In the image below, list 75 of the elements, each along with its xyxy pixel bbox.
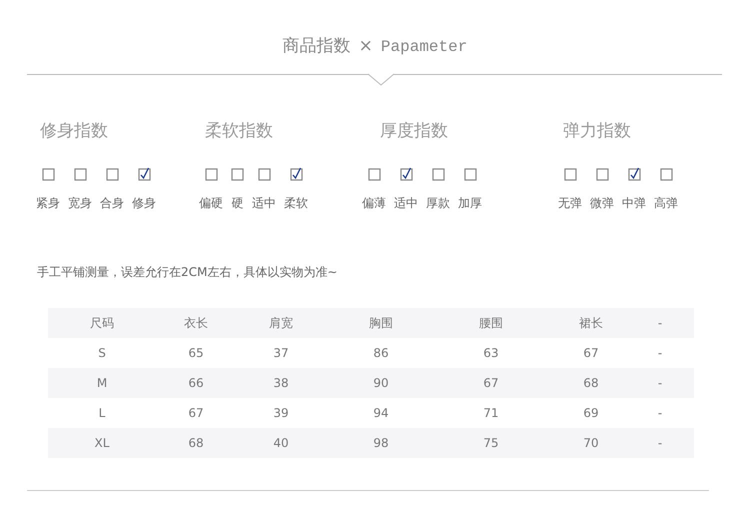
- table-cell-text: 37: [272, 345, 290, 362]
- option-label: 合身: [100, 194, 124, 212]
- table-cell-text: 69: [582, 405, 600, 422]
- option-label: 硬: [232, 194, 244, 212]
- table-cell-text: 94: [372, 405, 390, 422]
- index-title: 弹力指数: [563, 120, 632, 143]
- table-cell-text: S: [97, 345, 107, 362]
- index-title: 柔软指数: [205, 120, 274, 143]
- table-cell-text: 68: [187, 435, 205, 452]
- table-cell-text: 67: [187, 405, 205, 422]
- column-header: 肩宽: [268, 315, 294, 332]
- option-label: 偏薄: [362, 194, 386, 212]
- checkbox[interactable]: [564, 166, 576, 180]
- option-label: 偏硬: [199, 194, 223, 212]
- table-cell-text: 40: [272, 435, 290, 452]
- table-cell-text: 90: [372, 375, 390, 392]
- table-cell-text: 38: [272, 375, 290, 392]
- checkbox[interactable]: [42, 166, 54, 180]
- option-label: 微弹: [590, 194, 614, 212]
- table-cell-text: 63: [482, 345, 500, 362]
- checkbox[interactable]: [258, 166, 270, 180]
- checkbox[interactable]: [596, 166, 608, 180]
- checkbox[interactable]: [464, 166, 476, 180]
- column-header: -: [656, 315, 664, 332]
- checkbox[interactable]: [628, 166, 640, 180]
- checkbox[interactable]: [290, 166, 302, 180]
- table-cell-text: -: [656, 345, 664, 362]
- option-label: 无弹: [558, 194, 582, 212]
- table-cell-text: XL: [94, 435, 110, 452]
- option-label: 中弹: [622, 194, 646, 212]
- column-header: 尺码: [89, 315, 115, 332]
- index-title: 修身指数: [40, 120, 109, 143]
- index-title: 厚度指数: [380, 120, 449, 143]
- option-label: 柔软: [284, 194, 308, 212]
- checkbox[interactable]: [432, 166, 444, 180]
- table-cell-text: -: [656, 435, 664, 452]
- option-label: 紧身: [36, 194, 60, 212]
- checkbox[interactable]: [660, 166, 672, 180]
- checkbox[interactable]: [74, 166, 86, 180]
- table-cell-text: 75: [482, 435, 500, 452]
- option-label: 高弹: [654, 194, 678, 212]
- table-cell-text: 71: [482, 405, 500, 422]
- checkbox[interactable]: [138, 166, 150, 180]
- table-cell-text: 70: [582, 435, 600, 452]
- column-header: 胸围: [368, 315, 394, 332]
- option-label: 厚款: [426, 194, 450, 212]
- option-label: 适中: [394, 194, 418, 212]
- option-label: 加厚: [458, 194, 482, 212]
- separator: ×: [358, 35, 373, 58]
- table-cell-text: 98: [372, 435, 390, 452]
- table-cell-text: 86: [372, 345, 390, 362]
- table-cell-text: 65: [187, 345, 205, 362]
- option-label: 宽身: [68, 194, 92, 212]
- table-cell-text: -: [656, 375, 664, 392]
- table-cell-text: 67: [582, 345, 600, 362]
- column-header: 裙长: [578, 315, 604, 332]
- table-cell-text: 68: [582, 375, 600, 392]
- checkbox[interactable]: [106, 166, 118, 180]
- checkbox[interactable]: [400, 166, 412, 180]
- section-title: 商品指数: [282, 35, 351, 58]
- table-cell-text: 66: [187, 375, 205, 392]
- measurement-note: 手工平铺测量，误差允行在2CM左右，具体以实物为准~: [37, 264, 338, 281]
- option-label: 修身: [132, 194, 156, 212]
- option-label: 适中: [252, 194, 276, 212]
- table-cell-text: 67: [482, 375, 500, 392]
- section-subtitle: Papameter: [380, 37, 468, 58]
- column-header: 衣长: [183, 315, 209, 332]
- checkbox[interactable]: [231, 166, 244, 180]
- column-header: 腰围: [478, 315, 504, 332]
- table-cell-text: M: [96, 375, 108, 392]
- checkbox[interactable]: [368, 166, 380, 180]
- table-cell-text: -: [656, 405, 664, 422]
- table-cell-text: L: [98, 405, 106, 422]
- checkbox[interactable]: [204, 166, 218, 180]
- table-cell-text: 39: [272, 405, 290, 422]
